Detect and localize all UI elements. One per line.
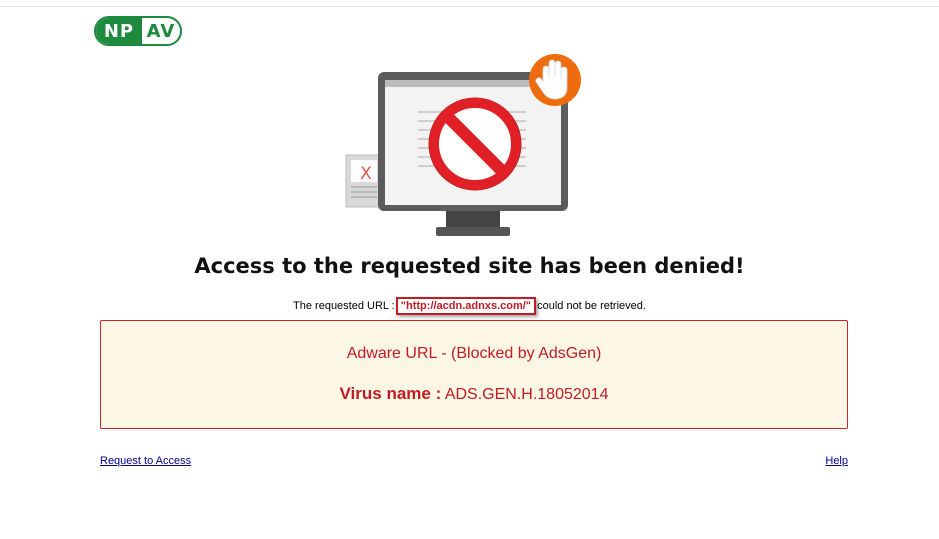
blocked-illustration: X [340, 52, 590, 242]
logo-av: AV [146, 20, 176, 42]
logo-np: NP [96, 18, 142, 44]
block-details-panel: Adware URL - (Blocked by AdsGen) Virus n… [100, 320, 848, 429]
url-message-prefix: The requested URL : [293, 300, 395, 312]
threat-category: Adware URL - (Blocked by AdsGen) [346, 345, 602, 362]
page-title: Access to the requested site has been de… [194, 254, 745, 278]
virus-name-value: ADS.GEN.H.18052014 [444, 386, 609, 403]
virus-name-label: Virus name : [339, 384, 442, 403]
blocked-url: "http://acdn.adnxs.com/" [395, 297, 537, 315]
error-document-icon: X [345, 154, 383, 208]
url-message-suffix: could not be retrieved. [537, 300, 646, 312]
npav-logo: NP AV [94, 16, 182, 46]
top-divider [0, 6, 939, 7]
monitor-icon: X [345, 54, 581, 236]
request-access-link[interactable]: Request to Access [100, 455, 191, 467]
virus-info: Virus name : ADS.GEN.H.18052014 [101, 384, 847, 404]
stop-hand-icon [529, 54, 581, 106]
help-link[interactable]: Help [825, 455, 848, 467]
prohibited-icon [428, 97, 522, 191]
error-document-mark: X [360, 164, 372, 184]
url-message: The requested URL : "http://acdn.adnxs.c… [0, 297, 939, 315]
